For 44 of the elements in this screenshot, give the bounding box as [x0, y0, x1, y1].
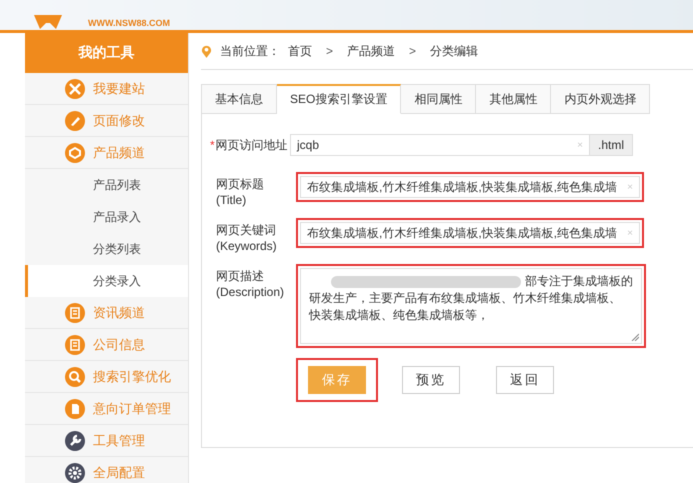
sidebar-subitem[interactable]: 产品录入	[25, 201, 188, 233]
keywords-field[interactable]: 布纹集成墙板,竹木纤维集成墙板,快装集成墙板,纯色集成墙 ×	[300, 222, 640, 244]
sidebar-subitem[interactable]: 分类录入	[25, 265, 188, 297]
description-text: 研发生产，主要产品有布纹集成墙板、竹木纤维集成墙板、快装集成墙板、纯色集成墙板等，	[309, 290, 622, 324]
field-label: 网页标题	[216, 176, 265, 192]
file-icon	[65, 398, 85, 418]
wrench-icon	[65, 430, 85, 450]
logo-url: WWW.NSW88.COM	[88, 18, 170, 28]
sidebar-subitem[interactable]: 分类列表	[25, 233, 188, 265]
search-icon	[65, 366, 85, 386]
field-label: 网页关键词	[216, 222, 277, 238]
breadcrumb-link[interactable]: 产品频道	[347, 42, 396, 60]
tab[interactable]: 其他属性	[476, 84, 552, 114]
breadcrumb-label: 当前位置：	[220, 42, 280, 60]
field-sublabel: (Description)	[216, 284, 286, 300]
field-label-text: 网页访问地址	[216, 138, 288, 152]
tab[interactable]: 基本信息	[201, 84, 277, 114]
location-pin-icon	[201, 44, 212, 58]
url-field[interactable]: jcqb ×	[290, 134, 590, 156]
tab[interactable]: 内页外观选择	[551, 84, 650, 114]
pencil-icon	[65, 110, 85, 130]
document-icon	[65, 334, 85, 354]
action-button[interactable]: 返回	[496, 366, 554, 394]
action-button[interactable]: 预览	[402, 366, 460, 394]
field-label: 网页描述	[216, 268, 265, 284]
url-suffix: .html	[590, 134, 634, 156]
tab[interactable]: SEO搜索引擎设置	[277, 84, 402, 114]
breadcrumb-link[interactable]: 首页	[288, 42, 312, 60]
description-text: 部专注于集成墙板的	[525, 273, 633, 290]
breadcrumb-separator: >	[409, 44, 416, 58]
title-field[interactable]: 布纹集成墙板,竹木纤维集成墙板,快装集成墙板,纯色集成墙 ×	[300, 176, 640, 198]
field-sublabel: (Keywords)	[216, 238, 278, 254]
resize-grip-icon[interactable]	[631, 333, 639, 341]
field-sublabel: (Title)	[216, 192, 248, 208]
tab[interactable]: 相同属性	[401, 84, 476, 114]
description-field[interactable]: 部专注于集成墙板的 研发生产，主要产品有布纹集成墙板、竹木纤维集成墙板、快装集成墙板、纯色集成墙板等，	[300, 268, 642, 344]
sidebar-title: 我的工具	[25, 33, 188, 73]
breadcrumb-link[interactable]: 分类编辑	[430, 42, 478, 60]
document-icon	[65, 302, 85, 322]
required-mark: *	[210, 138, 215, 152]
breadcrumb-separator: >	[326, 44, 334, 58]
sidebar-subitem[interactable]: 产品列表	[25, 169, 188, 201]
tools-icon	[65, 78, 85, 98]
box-icon	[65, 142, 85, 162]
